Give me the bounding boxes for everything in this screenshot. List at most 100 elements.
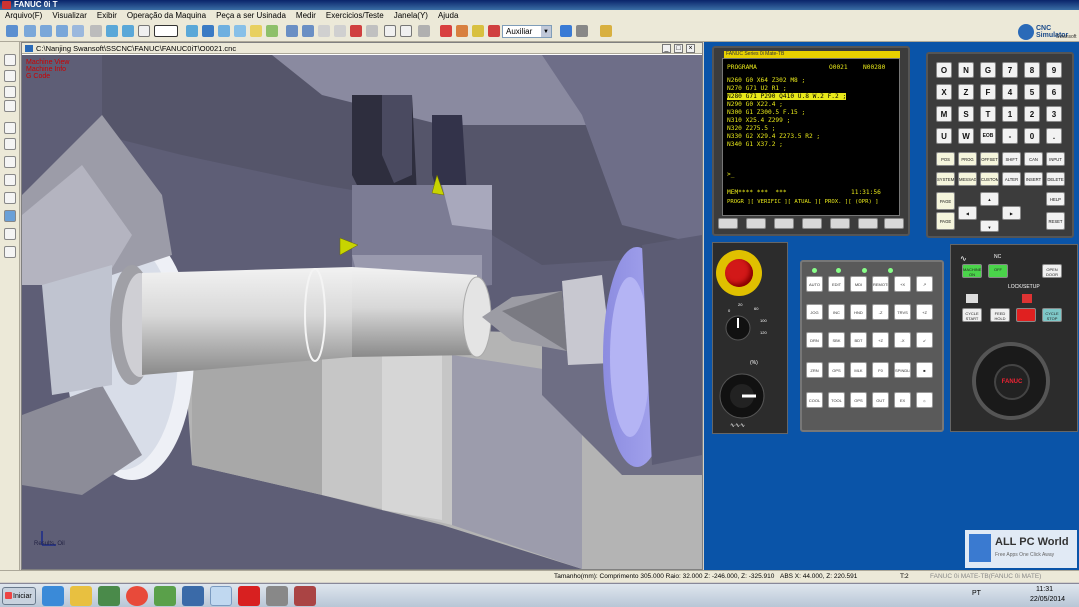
menu-peca[interactable]: Peça a ser Usinada <box>211 10 291 22</box>
feed-override-knob[interactable] <box>716 300 772 352</box>
plus-x-button[interactable]: +X <box>894 276 911 292</box>
view-front-icon[interactable] <box>106 25 118 37</box>
key-m[interactable]: M <box>936 106 952 122</box>
minus-z-button[interactable]: -Z <box>872 304 889 320</box>
zoom-out-icon[interactable] <box>40 25 52 37</box>
arrow-left-icon[interactable]: ◀ <box>958 206 977 220</box>
key-shift[interactable]: SHIFT <box>1002 152 1021 166</box>
inc-button[interactable]: INC <box>828 304 845 320</box>
key-dot[interactable]: . <box>1046 128 1062 144</box>
key-o[interactable]: O <box>936 62 952 78</box>
key-system[interactable]: SYSTEM <box>936 172 955 186</box>
cycle-start-button[interactable]: CYCLE START <box>962 308 982 322</box>
speed-icon[interactable] <box>472 25 484 37</box>
plus-z-button[interactable]: +Z <box>916 304 933 320</box>
step-icon[interactable] <box>576 25 588 37</box>
key-w[interactable]: W <box>958 128 974 144</box>
export-icon[interactable] <box>600 25 612 37</box>
coolant-button[interactable]: COOL <box>806 392 823 408</box>
acrobat-icon[interactable] <box>238 586 260 606</box>
language-indicator[interactable]: PT <box>972 590 981 597</box>
section-tool-icon[interactable] <box>4 192 16 204</box>
key-4[interactable]: 4 <box>1002 84 1018 100</box>
key-custom-graph[interactable]: CUSTOM GRAPH <box>980 172 999 186</box>
open-file-icon[interactable] <box>6 25 18 37</box>
key-6[interactable]: 6 <box>1046 84 1062 100</box>
traverse-button[interactable]: TRVS <box>894 304 911 320</box>
key-2[interactable]: 2 <box>1024 106 1040 122</box>
pan-icon[interactable] <box>72 25 84 37</box>
menu-medir[interactable]: Medir <box>291 10 321 22</box>
menu-ajuda[interactable]: Ajuda <box>433 10 463 22</box>
folder-icon[interactable] <box>70 586 92 606</box>
f0-button[interactable]: F0 <box>872 362 889 378</box>
tree-item-machine-info[interactable]: Machine Info <box>26 66 69 73</box>
zoom-window-icon[interactable] <box>56 25 68 37</box>
mode-select[interactable]: Auxiliar ▼ <box>502 25 552 38</box>
key-insert[interactable]: INSERT <box>1024 172 1043 186</box>
key-delete[interactable]: DELETE <box>1046 172 1065 186</box>
maximize-icon[interactable]: □ <box>674 44 683 53</box>
machine-lock-button[interactable]: MLK <box>850 362 867 378</box>
wireframe-icon[interactable] <box>400 25 412 37</box>
softkey-4[interactable] <box>830 218 850 229</box>
key-5[interactable]: 5 <box>1024 84 1040 100</box>
view-icon[interactable] <box>4 122 16 134</box>
key-9[interactable]: 9 <box>1046 62 1062 78</box>
optional-stop-button[interactable]: OPS <box>828 362 845 378</box>
key-z[interactable]: Z <box>958 84 974 100</box>
key-f[interactable]: F <box>980 84 996 100</box>
section-icon[interactable] <box>318 25 330 37</box>
spindle-override-knob[interactable] <box>712 366 778 424</box>
save-view-icon[interactable] <box>302 25 314 37</box>
softkey-3[interactable] <box>802 218 822 229</box>
light-button[interactable]: ☼ <box>916 392 933 408</box>
key-reset[interactable]: RESET <box>1046 212 1065 230</box>
tree-item-g-code[interactable]: G Code <box>26 73 69 80</box>
block-delete-button[interactable]: BDT <box>850 332 867 348</box>
jog-arrow-button[interactable]: ↙ <box>916 332 933 348</box>
remote-button[interactable]: REMOTE <box>872 276 889 292</box>
jog-button[interactable]: JOG <box>806 304 823 320</box>
reset-view-icon[interactable] <box>418 25 430 37</box>
mdi-button[interactable]: MDI <box>850 276 867 292</box>
minimize-icon[interactable]: _ <box>662 44 671 53</box>
emergency-stop-button[interactable] <box>716 250 762 296</box>
softkey-5[interactable] <box>858 218 878 229</box>
cycle-stop-button[interactable]: CYCLE STOP <box>1042 308 1062 322</box>
single-block-button[interactable]: SBK <box>828 332 845 348</box>
start-button[interactable]: Iniciar <box>2 587 36 605</box>
key-input[interactable]: INPUT <box>1046 152 1065 166</box>
softkey-right[interactable] <box>884 218 904 229</box>
machine-on-button[interactable]: MACHINE ON <box>962 264 982 278</box>
z-plus-button[interactable]: +Z <box>872 332 889 348</box>
arrow-button[interactable]: ↗ <box>916 276 933 292</box>
key-message[interactable]: MESSAGE <box>958 172 977 186</box>
tree-item-machine-view[interactable]: Machine View <box>26 59 69 66</box>
feed-hold-button[interactable]: FEED HOLD <box>990 308 1010 322</box>
menu-arquivo[interactable]: Arquivo(F) <box>0 10 47 22</box>
handle-button[interactable]: HND <box>850 304 867 320</box>
edit-button[interactable]: EDIT <box>828 276 845 292</box>
menu-janela[interactable]: Janela(Y) <box>389 10 433 22</box>
key-g[interactable]: G <box>980 62 996 78</box>
key-8[interactable]: 8 <box>1024 62 1040 78</box>
key-pos[interactable]: POS <box>936 152 955 166</box>
zero-return-button[interactable]: ZRN <box>806 362 823 378</box>
machine-off-button[interactable]: OFF <box>988 264 1008 278</box>
dry-run-button[interactable]: DRN <box>806 332 823 348</box>
measure-tool-icon[interactable] <box>4 174 16 186</box>
select-icon[interactable] <box>4 54 16 66</box>
3d-scene[interactable] <box>22 55 702 569</box>
measure-icon[interactable] <box>266 25 278 37</box>
door-icon[interactable] <box>350 25 362 37</box>
rotate-icon[interactable] <box>90 25 102 37</box>
utorrent-icon[interactable] <box>154 586 176 606</box>
key-eob[interactable]: EOB <box>980 128 996 144</box>
ex-button[interactable]: EX <box>894 392 911 408</box>
key-3[interactable]: 3 <box>1046 106 1062 122</box>
cnc-sim-taskbar-icon[interactable] <box>210 586 232 606</box>
stop-icon[interactable] <box>488 25 500 37</box>
camera-icon[interactable] <box>286 25 298 37</box>
view-top-icon[interactable] <box>122 25 134 37</box>
